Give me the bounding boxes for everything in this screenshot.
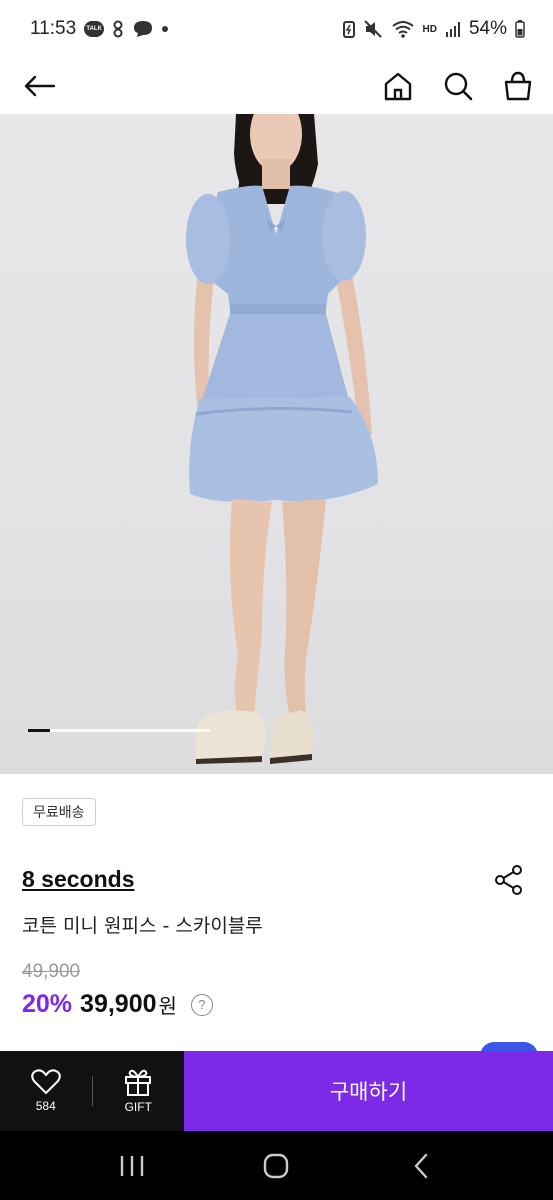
wifi-icon [391,20,415,38]
carousel-progress-track [28,729,210,732]
carousel-progress-thumb [28,729,50,732]
discount-rate: 20% [22,990,73,1018]
brand-link[interactable]: 8 seconds [22,866,135,893]
battery-icon [515,20,525,38]
home-button-icon[interactable] [256,1146,296,1186]
price-help-icon[interactable]: ? [190,993,213,1016]
buy-button[interactable]: 구매하기 [184,1051,553,1131]
sale-price: 39,900 [80,990,157,1018]
search-icon[interactable] [441,69,475,103]
home-icon[interactable] [381,69,415,103]
more-dot-icon [162,26,169,32]
status-time: 11:53 [30,18,77,39]
share-icon[interactable] [493,864,525,896]
back-icon[interactable] [401,1146,441,1186]
product-image-gallery[interactable] [0,114,553,774]
price-row: 20% 39,900 원 ? [22,990,213,1019]
nav-actions [381,69,535,103]
battery-level: 54% [468,18,507,39]
product-name: 코튼 미니 원피스 - 스카이블루 [22,915,263,937]
notification-icon [112,20,124,38]
free-shipping-badge: 무료배송 [22,798,96,826]
bottom-action-bar: 584 GIFT 구매하기 [0,1051,553,1131]
original-price: 49,900 [22,961,81,982]
signal-icon [445,21,461,37]
like-count: 584 [35,1099,56,1113]
status-bar: 11:53 TALK HD 54% [0,0,553,58]
gift-icon [125,1069,152,1096]
mute-icon [363,20,383,38]
currency-unit: 원 [158,996,177,1018]
product-photo [186,114,378,764]
gift-label: GIFT [124,1100,152,1114]
shopping-bag-icon[interactable] [501,69,535,103]
back-arrow-icon[interactable] [22,69,56,103]
gift-button[interactable]: GIFT [93,1051,185,1131]
bottom-left-actions: 584 GIFT [0,1051,184,1131]
heart-icon [31,1069,61,1094]
recent-apps-icon[interactable] [112,1146,152,1186]
kakaotalk-icon: TALK [84,21,105,37]
top-nav [0,58,553,114]
status-left: 11:53 TALK [30,18,169,40]
system-navigation-bar [0,1131,553,1200]
hd-voice-icon: HD [422,23,437,35]
like-button[interactable]: 584 [0,1051,92,1131]
status-right: HD 54% [342,18,525,40]
battery-saver-icon [342,20,355,38]
chat-bubble-icon [132,20,154,38]
